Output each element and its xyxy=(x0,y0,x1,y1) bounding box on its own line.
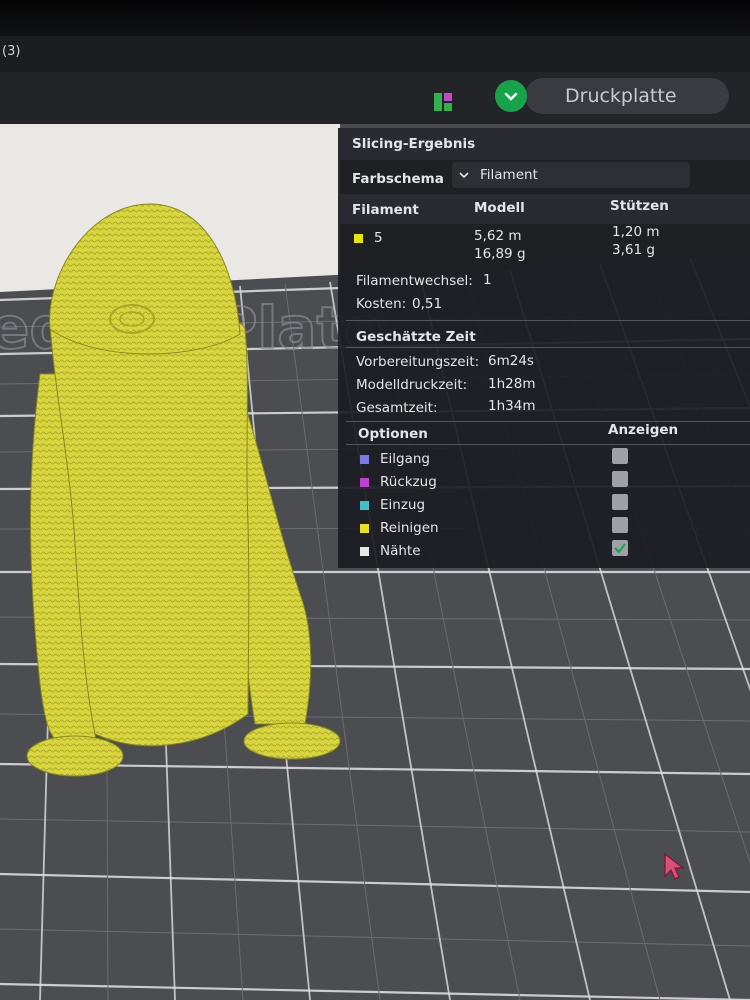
total-time-value: 1h34m xyxy=(488,398,536,414)
color-scheme-label: Farbschema xyxy=(352,171,444,187)
model-print-time-value: 1h28m xyxy=(488,376,536,392)
title-bar: (3) xyxy=(0,36,750,72)
model-weight: 16,89 g xyxy=(474,246,526,262)
window-title: (3) xyxy=(2,44,21,59)
option-label: Reinigen xyxy=(380,520,439,536)
seams-color-swatch xyxy=(360,547,369,556)
filament-table-header: Filament Modell Stützen xyxy=(338,194,750,224)
filament-id: 5 xyxy=(374,230,383,246)
col-model: Modell xyxy=(474,200,525,216)
slice-button-group: Druckplatte slicen xyxy=(495,78,733,143)
travel-color-swatch xyxy=(360,455,369,464)
filament-changes-label: Filamentwechsel: xyxy=(356,273,473,289)
support-weight: 3,61 g xyxy=(612,242,655,258)
show-unretract-checkbox[interactable] xyxy=(612,494,628,510)
chevron-down-icon xyxy=(504,92,518,101)
monitor-bezel xyxy=(0,0,750,36)
cost-label: Kosten: xyxy=(356,296,407,312)
panel-header: Slicing-Ergebnis xyxy=(338,128,750,160)
col-supports: Stützen xyxy=(610,198,669,214)
show-header: Anzeigen xyxy=(608,422,679,438)
slicer-screen: (3) Druckplatte slicen xyxy=(0,0,750,1000)
color-scheme-select[interactable]: Filament xyxy=(452,162,690,188)
show-seams-checkbox[interactable] xyxy=(612,540,628,556)
divider xyxy=(346,421,750,422)
show-travel-checkbox[interactable] xyxy=(612,448,628,464)
option-label: Nähte xyxy=(380,543,421,559)
slice-dropdown-toggle[interactable] xyxy=(495,80,527,112)
mouse-cursor-icon xyxy=(664,852,685,880)
wipe-color-swatch xyxy=(360,524,369,533)
cost-value: 0,51 xyxy=(412,296,443,312)
divider xyxy=(346,347,750,348)
col-filament: Filament xyxy=(352,202,419,218)
show-wipe-checkbox[interactable] xyxy=(612,517,628,533)
slicing-result-panel: Slicing-Ergebnis Farbschema Filament Fil… xyxy=(338,128,750,568)
model-length: 5,62 m xyxy=(474,228,522,244)
checkmark-icon xyxy=(614,543,626,554)
slice-plate-button[interactable]: Druckplatte slicen xyxy=(525,78,729,143)
show-retract-checkbox[interactable] xyxy=(612,471,628,487)
layout-icon[interactable] xyxy=(434,93,452,111)
divider xyxy=(346,444,750,445)
color-scheme-value: Filament xyxy=(480,167,538,183)
filament-changes-value: 1 xyxy=(483,272,492,288)
filament-color-swatch xyxy=(354,234,363,243)
unretract-color-swatch xyxy=(360,501,369,510)
support-length: 1,20 m xyxy=(612,224,660,240)
options-header: Optionen xyxy=(358,426,428,442)
retract-color-swatch xyxy=(360,478,369,487)
prep-time-label: Vorbereitungszeit: xyxy=(356,354,480,370)
total-time-label: Gesamtzeit: xyxy=(356,400,438,416)
divider xyxy=(346,320,750,321)
option-label: Eilgang xyxy=(380,451,430,467)
panel-title: Slicing-Ergebnis xyxy=(352,136,476,152)
model-print-time-label: Modelldruckzeit: xyxy=(356,377,468,393)
option-label: Rückzug xyxy=(380,474,437,490)
chevron-down-icon xyxy=(459,172,469,179)
option-label: Einzug xyxy=(380,497,426,513)
prep-time-value: 6m24s xyxy=(488,353,534,369)
estimated-time-header: Geschätzte Zeit xyxy=(356,329,476,345)
